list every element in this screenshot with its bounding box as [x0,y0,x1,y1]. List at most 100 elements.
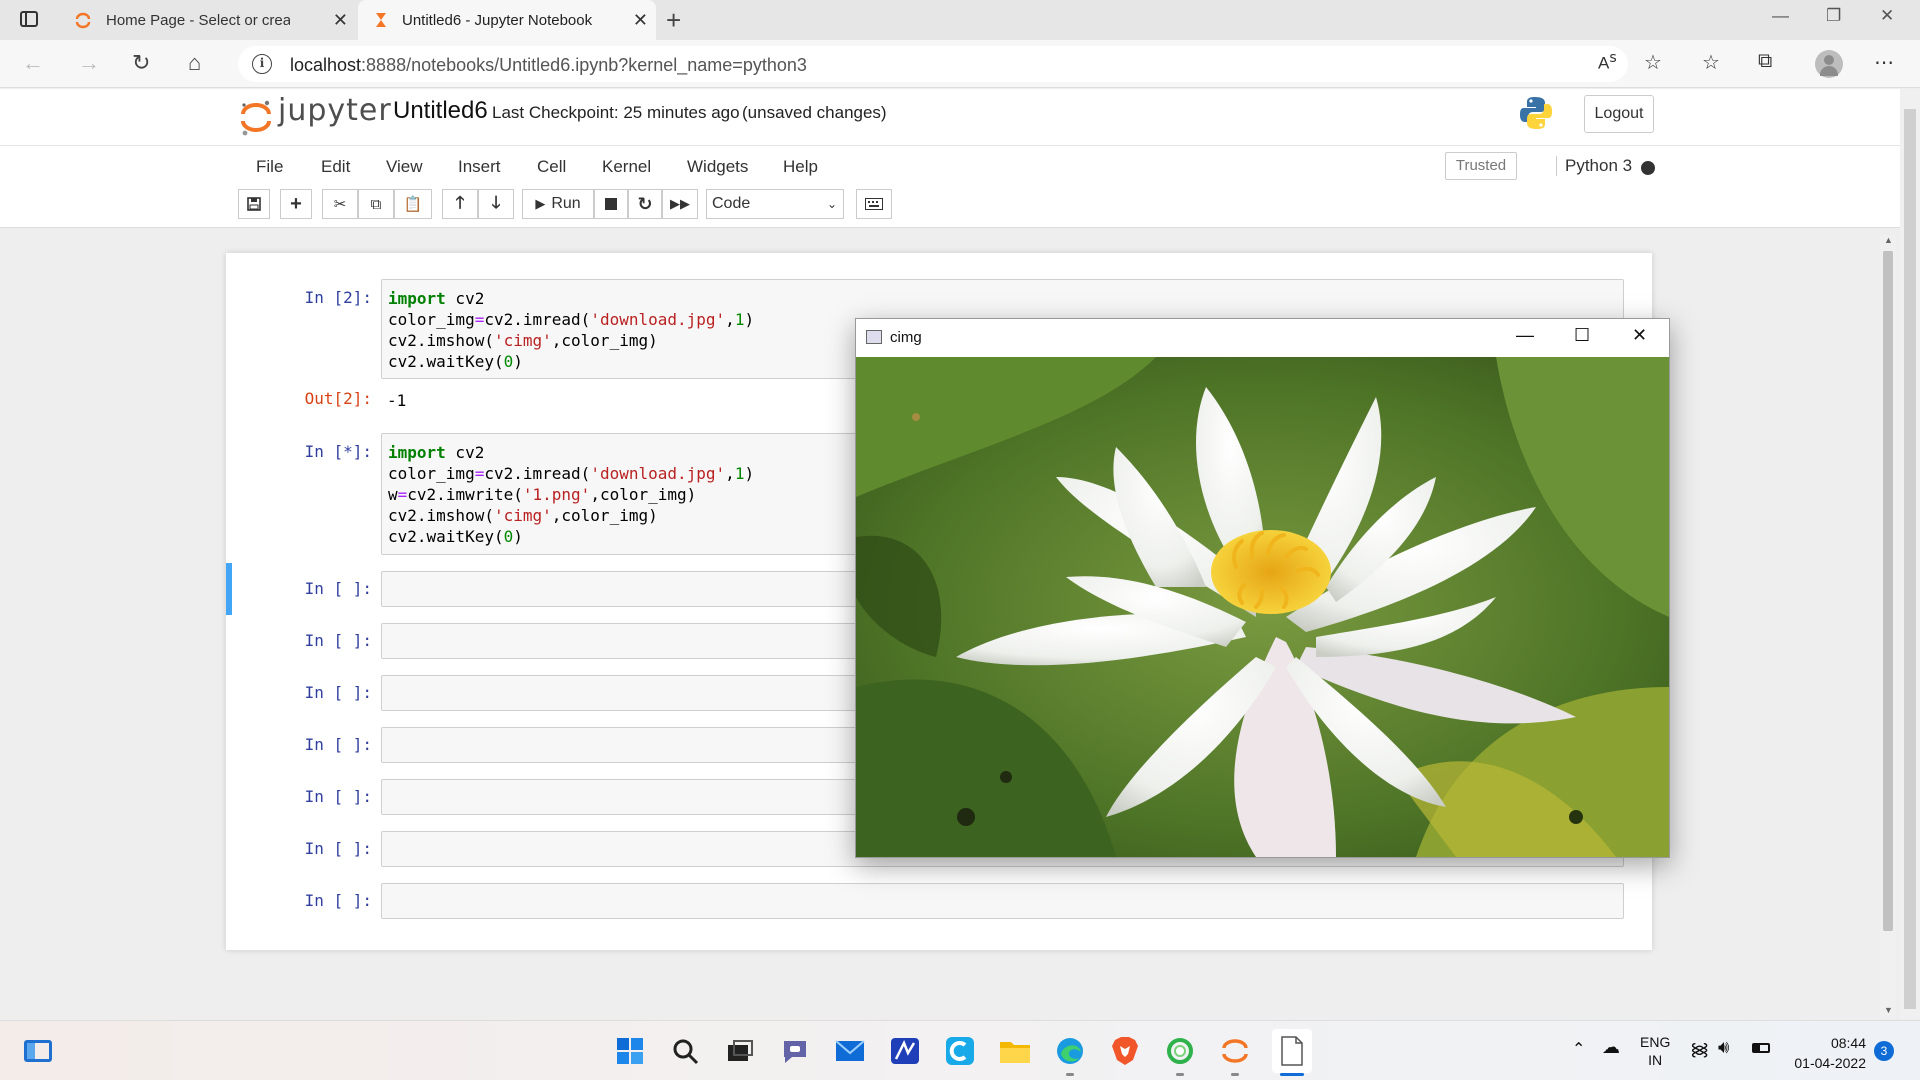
close-tab-icon[interactable]: ✕ [633,10,648,30]
scroll-down-icon[interactable]: ▼ [1884,1005,1893,1015]
menu-widgets[interactable]: Widgets [687,157,748,177]
time-text: 08:44 [1830,1035,1866,1051]
jupyter-favicon-icon [75,12,91,29]
browser-scrollbar[interactable] [1900,89,1920,1019]
save-button[interactable] [238,189,270,219]
widgets-icon[interactable] [20,1033,56,1069]
menu-edit[interactable]: Edit [321,157,350,177]
output-prompt: Out[2]: [304,389,372,408]
menu-insert[interactable]: Insert [458,157,501,177]
new-tab-icon[interactable]: + [666,6,681,34]
kernel-name[interactable]: Python 3 [1556,156,1632,176]
clock[interactable]: 08:44 01-04-2022 [1790,1033,1866,1073]
show-hidden-icons-icon[interactable]: ⌃ [1572,1039,1585,1059]
plus-icon: + [290,192,302,215]
edge-browser-icon[interactable] [1052,1033,1088,1069]
profile-avatar[interactable] [1815,50,1843,78]
favorites-icon[interactable]: ☆ [1702,50,1720,75]
onedrive-cloud-icon[interactable]: ☁ [1602,1037,1620,1058]
running-app-indicator [1176,1073,1184,1076]
run-label: Run [551,195,581,212]
restart-run-all-button[interactable]: ▶▶ [662,189,698,219]
tab-home-page[interactable]: Home Page - Select or create a n ✕ [60,0,356,40]
logout-button[interactable]: Logout [1584,95,1654,133]
date-text: 01-04-2022 [1794,1055,1866,1071]
page-scrollbar[interactable]: ▲ ▼ [1880,235,1896,1019]
volume-icon[interactable]: 🔊︎ [1718,1037,1729,1058]
jupyter-logo-icon[interactable] [240,97,272,137]
menu-view[interactable]: View [386,157,423,177]
move-down-button[interactable]: 🡓 [478,189,514,219]
menu-file[interactable]: File [256,157,283,177]
checkpoint-status: Last Checkpoint: 25 minutes ago [492,103,740,122]
back-icon[interactable]: ← [22,50,44,76]
menu-help[interactable]: Help [783,157,818,177]
notebook-name[interactable]: Untitled6 [393,97,488,125]
whiteboard-icon[interactable] [887,1033,923,1069]
scroll-up-icon[interactable]: ▲ [1884,235,1893,245]
output-text: -1 [387,391,407,410]
code-cell[interactable]: In [ ]: [246,883,1632,919]
notification-badge[interactable]: 3 [1874,1041,1894,1061]
refresh-icon[interactable]: ↻ [132,50,150,76]
python-logo-icon [1520,97,1552,129]
battery-icon[interactable] [1752,1043,1770,1053]
green-circle-app-icon[interactable] [1162,1033,1198,1069]
tab-untitled6[interactable]: Untitled6 - Jupyter Notebook ✕ [358,0,656,40]
minimize-icon[interactable]: — [1516,325,1534,346]
command-palette-button[interactable] [856,189,892,219]
mail-icon[interactable] [832,1033,868,1069]
blank-document-icon[interactable] [1272,1029,1312,1073]
task-view-icon[interactable] [722,1033,758,1069]
cimg-titlebar[interactable]: cimg — ☐ ✕ [856,319,1669,357]
menu-cell[interactable]: Cell [537,157,566,177]
language-indicator[interactable]: ENG IN [1640,1033,1670,1069]
paste-button[interactable]: 📋 [394,189,432,219]
forward-icon[interactable]: → [78,50,100,76]
minimize-icon[interactable]: — [1772,6,1789,26]
menu-bar: File Edit View Insert Cell Kernel Widget… [0,145,1900,186]
more-options-icon[interactable]: ⋯ [1874,50,1894,75]
interrupt-button[interactable] [594,189,628,219]
teams-chat-icon[interactable] [777,1033,813,1069]
wifi-icon[interactable]: ᯼ [1690,1037,1709,1061]
cimg-window[interactable]: cimg — ☐ ✕ [855,318,1670,858]
menu-kernel[interactable]: Kernel [602,157,651,177]
read-aloud-icon[interactable]: Aꜱ [1598,50,1617,74]
scrollbar-thumb[interactable] [1883,251,1893,931]
input-prompt: In [ ]: [304,683,372,702]
close-tab-icon[interactable]: ✕ [333,10,348,30]
maximize-icon[interactable]: ☐ [1574,325,1590,346]
browser-scrollbar-thumb[interactable] [1904,109,1916,1009]
move-up-button[interactable]: 🡑 [442,189,478,219]
window-app-icon [866,330,882,344]
copy-button[interactable]: ⧉ [358,189,394,219]
restart-button[interactable]: ↻ [628,189,662,219]
run-button[interactable]: ▶ Run [522,189,594,219]
site-info-icon[interactable]: i [252,54,272,74]
restore-icon[interactable]: ❐ [1826,6,1841,26]
tab-title: Untitled6 - Jupyter Notebook [402,11,593,29]
insert-cell-button[interactable]: + [280,189,312,219]
tab-actions-icon[interactable] [20,11,38,27]
start-icon[interactable] [612,1033,648,1069]
url-field[interactable]: i localhost:8888/notebooks/Untitled6.ipy… [238,46,1628,82]
jupyter-logo-text[interactable]: jupyter [278,93,392,128]
input-prompt: In [ ]: [304,579,372,598]
cut-button[interactable]: ✂ [322,189,358,219]
close-icon[interactable]: ✕ [1632,325,1647,346]
app-c-icon[interactable] [942,1033,978,1069]
brave-browser-icon[interactable] [1107,1033,1143,1069]
jupyter-app-icon[interactable] [1217,1033,1253,1069]
close-window-icon[interactable]: ✕ [1880,6,1894,26]
cell-type-select[interactable]: Code ⌄ [706,189,844,219]
collections-icon[interactable]: ⧉ [1758,50,1772,73]
search-icon[interactable] [667,1033,703,1069]
home-icon[interactable]: ⌂ [188,50,201,76]
cell-type-value: Code [712,195,751,212]
file-explorer-icon[interactable] [997,1033,1033,1069]
trusted-badge[interactable]: Trusted [1445,152,1517,180]
favorite-add-icon[interactable]: ☆ [1644,50,1662,75]
code-input[interactable] [381,883,1624,919]
input-prompt: In [2]: [304,288,372,307]
